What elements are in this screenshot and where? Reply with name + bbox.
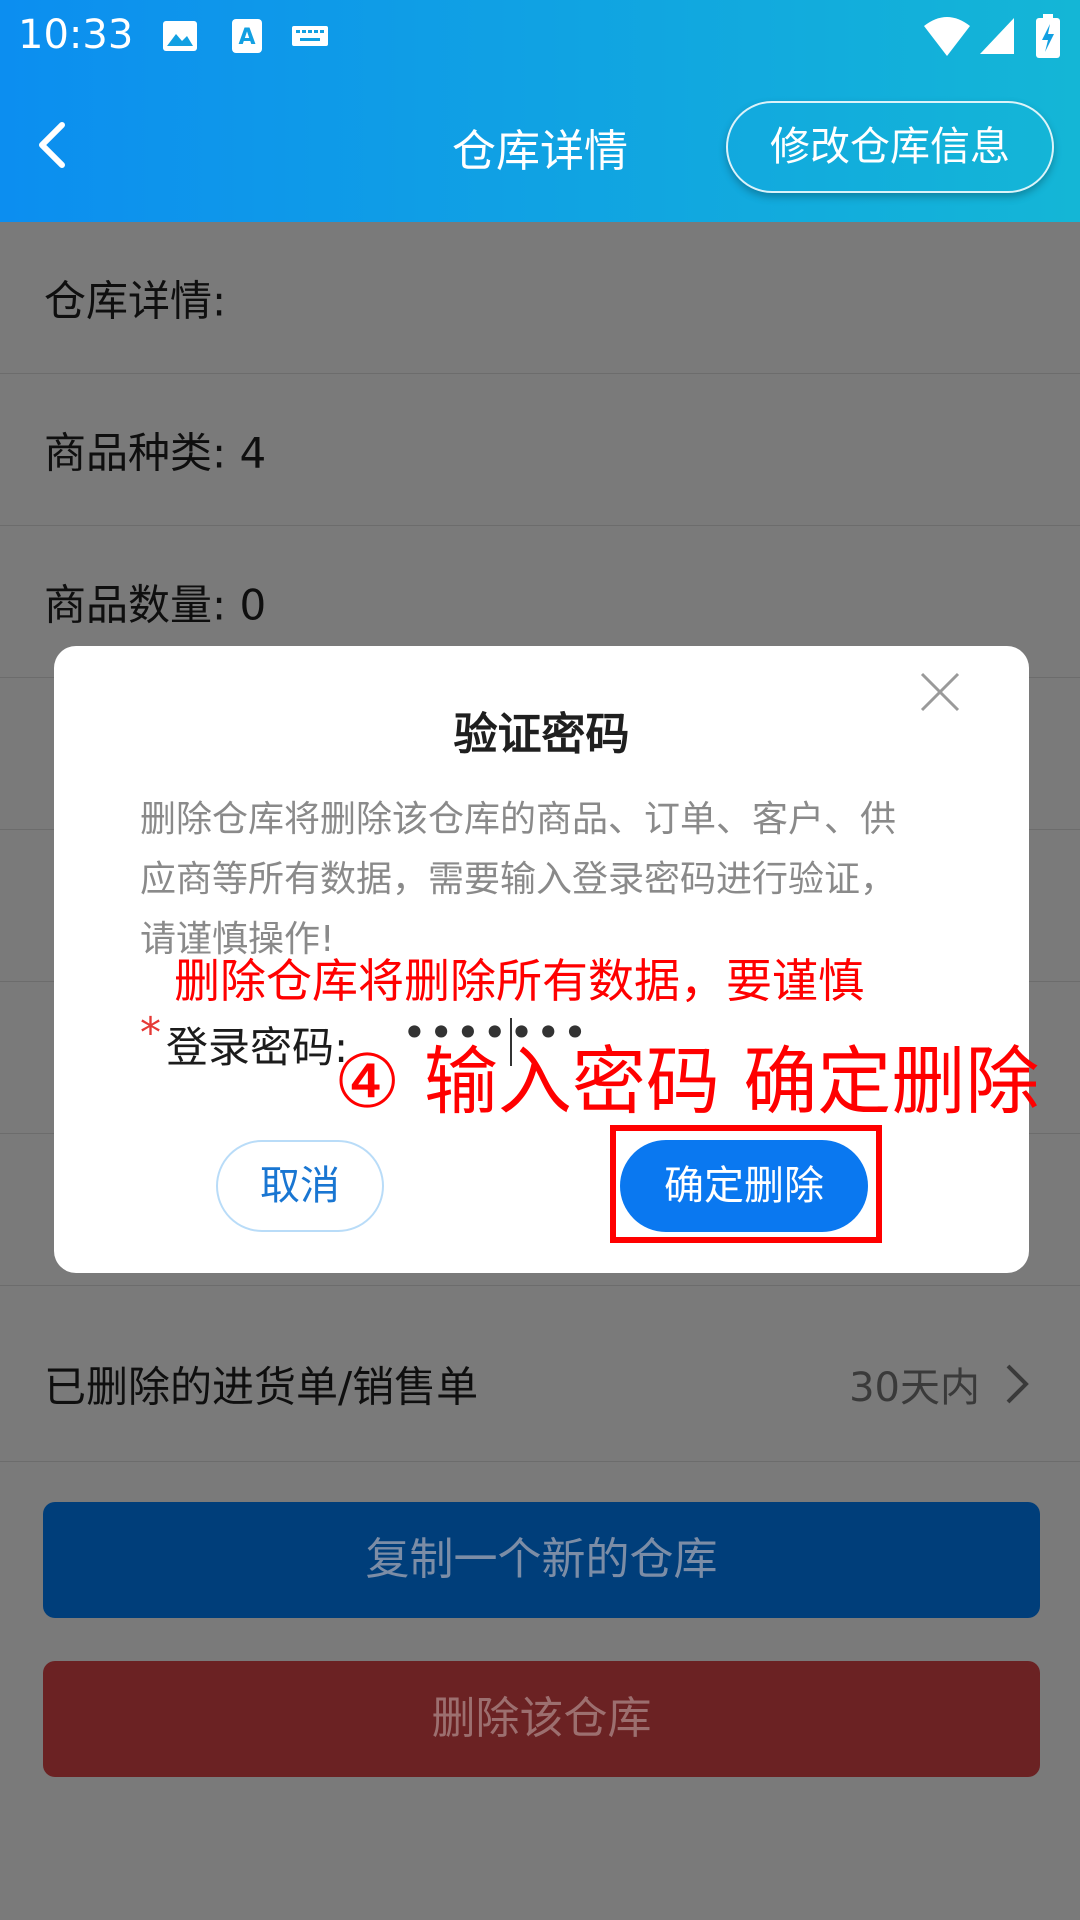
battery-charging-icon xyxy=(1036,14,1060,58)
dialog-message: 删除仓库将删除该仓库的商品、订单、客户、供应商等所有数据，需要输入登录密码进行验… xyxy=(140,799,897,960)
required-mark: * xyxy=(140,1008,161,1057)
status-time: 10:33 xyxy=(18,12,134,58)
deleted-orders-row[interactable]: 已删除的进货单/销售单 30天内 xyxy=(0,1306,1080,1462)
signal-icon xyxy=(980,18,1014,54)
cancel-button[interactable]: 取消 xyxy=(216,1140,384,1232)
detail-row: 仓库详情: xyxy=(0,222,1080,374)
edit-warehouse-button[interactable]: 修改仓库信息 xyxy=(726,101,1054,193)
detail-label: 商品种类: 4 xyxy=(44,428,267,477)
dialog-title: 验证密码 xyxy=(453,709,630,760)
detail-label: 仓库详情: xyxy=(44,276,227,325)
status-bar: 10:33 A xyxy=(0,0,1080,76)
password-label: 登录密码: xyxy=(166,1023,349,1072)
step-annotation: ④ 输入密码 确定删除 xyxy=(334,1039,1040,1125)
image-icon xyxy=(163,21,197,51)
delete-warehouse-button[interactable]: 删除该仓库 xyxy=(43,1661,1040,1777)
copy-warehouse-button[interactable]: 复制一个新的仓库 xyxy=(43,1502,1040,1618)
deleted-orders-label: 已删除的进货单/销售单 xyxy=(44,1362,479,1411)
app-header: 10:33 A 仓库详情 修改仓库信息 xyxy=(0,0,1080,222)
chevron-right-icon xyxy=(1006,1364,1029,1403)
svg-text:A: A xyxy=(238,25,255,50)
detail-row: 商品种类: 4 xyxy=(0,374,1080,526)
text-a-icon: A xyxy=(232,19,262,53)
wifi-icon xyxy=(924,17,970,56)
keyboard-icon xyxy=(292,26,328,46)
highlight-frame xyxy=(610,1125,882,1243)
detail-label: 商品数量: 0 xyxy=(44,580,267,629)
retention-text: 30天内 xyxy=(849,1364,980,1411)
warning-annotation: 删除仓库将删除所有数据，要谨慎 xyxy=(174,954,864,1008)
